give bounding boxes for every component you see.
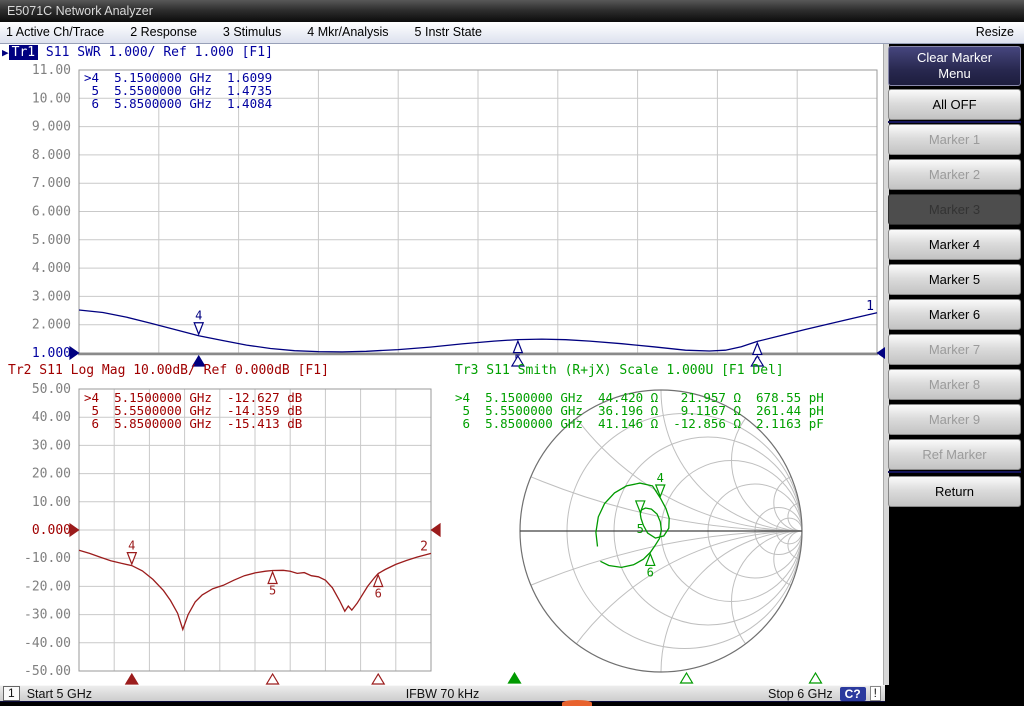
correction-status-badge: C? — [840, 687, 866, 701]
softkey-marker-8[interactable]: Marker 8 — [888, 369, 1021, 400]
svg-text:4: 4 — [195, 309, 202, 323]
softkey-marker-4[interactable]: Marker 4 — [888, 229, 1021, 260]
svg-text:-20.00: -20.00 — [24, 579, 71, 594]
svg-text:10.00: 10.00 — [32, 91, 71, 106]
menu-item-resize[interactable]: Resize — [966, 22, 1024, 44]
softkey-sidebar: Clear Marker Menu All OFF Marker 1 Marker … — [884, 44, 1024, 706]
svg-text:40.00: 40.00 — [32, 410, 71, 425]
stop-frequency-readout: Stop 6 GHz — [768, 687, 833, 701]
menu-item-2[interactable]: 2 Response — [117, 22, 210, 44]
menu-bar: 1 Active Ch/Trace2 Response3 Stimulus4 M… — [0, 22, 1024, 44]
svg-text:6.000: 6.000 — [32, 205, 71, 220]
softkey-marker-9[interactable]: Marker 9 — [888, 404, 1021, 435]
svg-text:10.00: 10.00 — [32, 495, 71, 510]
svg-text:-40.00: -40.00 — [24, 636, 71, 651]
trace2-title[interactable]: Tr2 S11 Log Mag 10.00dB/ Ref 0.000dB [F1… — [8, 363, 329, 378]
instrument-screen: E5071C Network Analyzer 1 Active Ch/Trac… — [0, 0, 1024, 706]
softkey-header-line1: Clear Marker — [889, 50, 1020, 66]
status-bar-right: Stop 6 GHz C? ! — [768, 686, 885, 701]
svg-text:1: 1 — [866, 299, 874, 314]
trace1-title: ▶Tr1 S11 SWR 1.000/ Ref 1.000 [F1] — [2, 45, 273, 60]
marker-readout-row: 6 5.8500000 GHz 41.146 Ω -12.856 Ω 2.116… — [455, 417, 824, 430]
svg-text:3.000: 3.000 — [32, 289, 71, 304]
svg-text:6: 6 — [647, 565, 654, 579]
softkey-menu-header: Clear Marker Menu — [888, 46, 1021, 86]
svg-text:20.00: 20.00 — [32, 467, 71, 482]
svg-text:4.000: 4.000 — [32, 261, 71, 276]
svg-text:1.000: 1.000 — [32, 346, 71, 361]
menu-item-4[interactable]: 4 Mkr/Analysis — [294, 22, 401, 44]
alert-indicator[interactable]: ! — [870, 686, 881, 701]
softkey-return[interactable]: Return — [888, 476, 1021, 507]
active-trace-arrow-icon: ▶ — [2, 46, 9, 59]
menu-item-5[interactable]: 5 Instr State — [402, 22, 495, 44]
svg-text:9.000: 9.000 — [32, 120, 71, 135]
trace3-marker-readout: >4 5.1500000 GHz 44.420 Ω 21.957 Ω 678.5… — [455, 391, 824, 430]
svg-text:4: 4 — [128, 539, 135, 553]
trace3-title[interactable]: Tr3 S11 Smith (R+jX) Scale 1.000U [F1 De… — [455, 363, 784, 378]
svg-text:30.00: 30.00 — [32, 438, 71, 453]
svg-text:50.00: 50.00 — [32, 382, 71, 397]
menu-item-1[interactable]: 1 Active Ch/Trace — [0, 22, 117, 44]
trace1-format-label: S11 SWR 1.000/ Ref 1.000 [F1] — [38, 45, 273, 60]
softkey-header-line2: Menu — [889, 66, 1020, 82]
svg-text:-30.00: -30.00 — [24, 608, 71, 623]
softkey-marker-5[interactable]: Marker 5 — [888, 264, 1021, 295]
window-title-bar: E5071C Network Analyzer — [0, 0, 1024, 22]
background-window-sliver — [562, 700, 592, 706]
softkey-column: Clear Marker Menu All OFF Marker 1 Marker … — [888, 44, 1021, 685]
svg-text:5: 5 — [637, 522, 644, 536]
svg-text:2: 2 — [420, 539, 428, 554]
svg-text:4: 4 — [657, 471, 664, 485]
svg-text:-10.00: -10.00 — [24, 551, 71, 566]
window-title: E5071C Network Analyzer — [7, 4, 153, 18]
softkey-separator — [888, 471, 1021, 473]
trace1-marker-readout: >4 5.1500000 GHz 1.6099 5 5.5500000 GHz … — [84, 71, 272, 110]
svg-text:7.000: 7.000 — [32, 176, 71, 191]
softkey-marker-2[interactable]: Marker 2 — [888, 159, 1021, 190]
ifbw-readout: IFBW 70 kHz — [0, 687, 885, 701]
menu-item-3[interactable]: 3 Stimulus — [210, 22, 294, 44]
svg-text:-50.00: -50.00 — [24, 664, 71, 679]
svg-text:6: 6 — [375, 586, 382, 600]
softkey-marker-6[interactable]: Marker 6 — [888, 299, 1021, 330]
svg-text:5: 5 — [269, 583, 276, 597]
marker-readout-row: 6 5.8500000 GHz -15.413 dB — [84, 417, 302, 430]
marker-readout-row: 6 5.8500000 GHz 1.4084 — [84, 97, 272, 110]
softkey-marker-3[interactable]: Marker 3 — [888, 194, 1021, 225]
svg-text:0.000: 0.000 — [32, 523, 71, 538]
svg-text:11.00: 11.00 — [32, 63, 71, 78]
softkey-marker-1[interactable]: Marker 1 — [888, 124, 1021, 155]
status-bar: IFBW 70 kHz 1 Start 5 GHz Stop 6 GHz C? … — [0, 685, 885, 702]
trace1-badge[interactable]: Tr1 — [9, 45, 38, 60]
softkey-ref-marker[interactable]: Ref Marker — [888, 439, 1021, 470]
softkey-separator — [888, 121, 1021, 123]
svg-text:8.000: 8.000 — [32, 148, 71, 163]
softkey-marker-7[interactable]: Marker 7 — [888, 334, 1021, 365]
svg-text:5.000: 5.000 — [32, 233, 71, 248]
svg-text:2.000: 2.000 — [32, 318, 71, 333]
trace2-marker-readout: >4 5.1500000 GHz -12.627 dB 5 5.5500000 … — [84, 391, 302, 430]
softkey-all-off[interactable]: All OFF — [888, 89, 1021, 120]
